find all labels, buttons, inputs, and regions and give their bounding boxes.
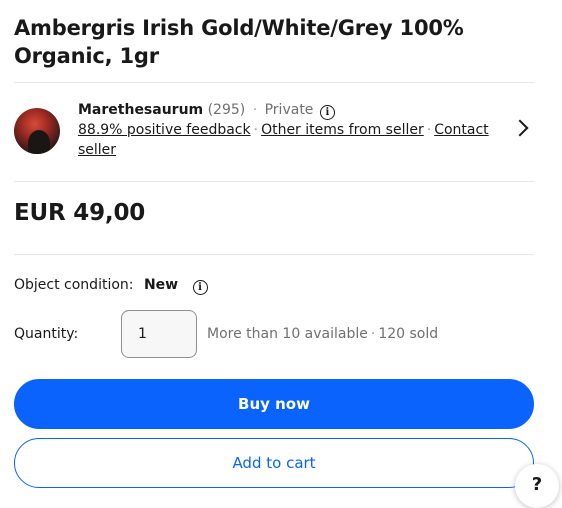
price: EUR 49,00 (14, 200, 146, 226)
seller-info: Marethesaurum (295) · Private i 88.9% po… (78, 100, 498, 160)
divider (14, 181, 534, 182)
condition-row: Object condition: New i (14, 276, 208, 295)
positive-feedback-link[interactable]: 88.9% positive feedback (78, 122, 251, 138)
seller-name[interactable]: Marethesaurum (78, 102, 203, 118)
info-icon[interactable]: i (192, 280, 208, 295)
condition-label: Object condition: (14, 277, 134, 293)
condition-value: New (143, 277, 179, 293)
info-icon[interactable]: i (319, 105, 335, 120)
quantity-availability: More than 10 available · 120 sold (207, 326, 438, 342)
seller-avatar[interactable] (14, 108, 60, 154)
seller-feedback-count: (295) (207, 102, 246, 118)
separator-dot: · (426, 122, 432, 138)
buy-now-button[interactable]: Buy now (14, 379, 534, 429)
avatar-figure (28, 130, 50, 154)
seller-header: Marethesaurum (295) · Private i (78, 100, 498, 120)
seller-type: Private (264, 102, 314, 118)
divider (14, 254, 534, 255)
quantity-input[interactable] (121, 310, 197, 358)
quantity-label: Quantity: (14, 326, 79, 342)
separator-dot: · (253, 122, 259, 138)
separator-dot: · (370, 326, 376, 342)
sold-count: 120 sold (378, 326, 439, 342)
other-items-link[interactable]: Other items from seller (261, 122, 424, 138)
seller-card[interactable]: Marethesaurum (295) · Private i 88.9% po… (14, 98, 534, 164)
seller-links: 88.9% positive feedback · Other items from… (78, 120, 498, 160)
add-to-cart-button[interactable]: Add to cart (14, 438, 534, 488)
help-button[interactable]: ? (515, 464, 559, 508)
separator-dot: · (252, 102, 258, 118)
availability-text: More than 10 available (207, 326, 368, 342)
divider (14, 82, 534, 83)
listing-title: Ambergris Irish Gold/White/Grey 100% Org… (14, 16, 464, 68)
chevron-right-icon[interactable] (511, 119, 529, 137)
